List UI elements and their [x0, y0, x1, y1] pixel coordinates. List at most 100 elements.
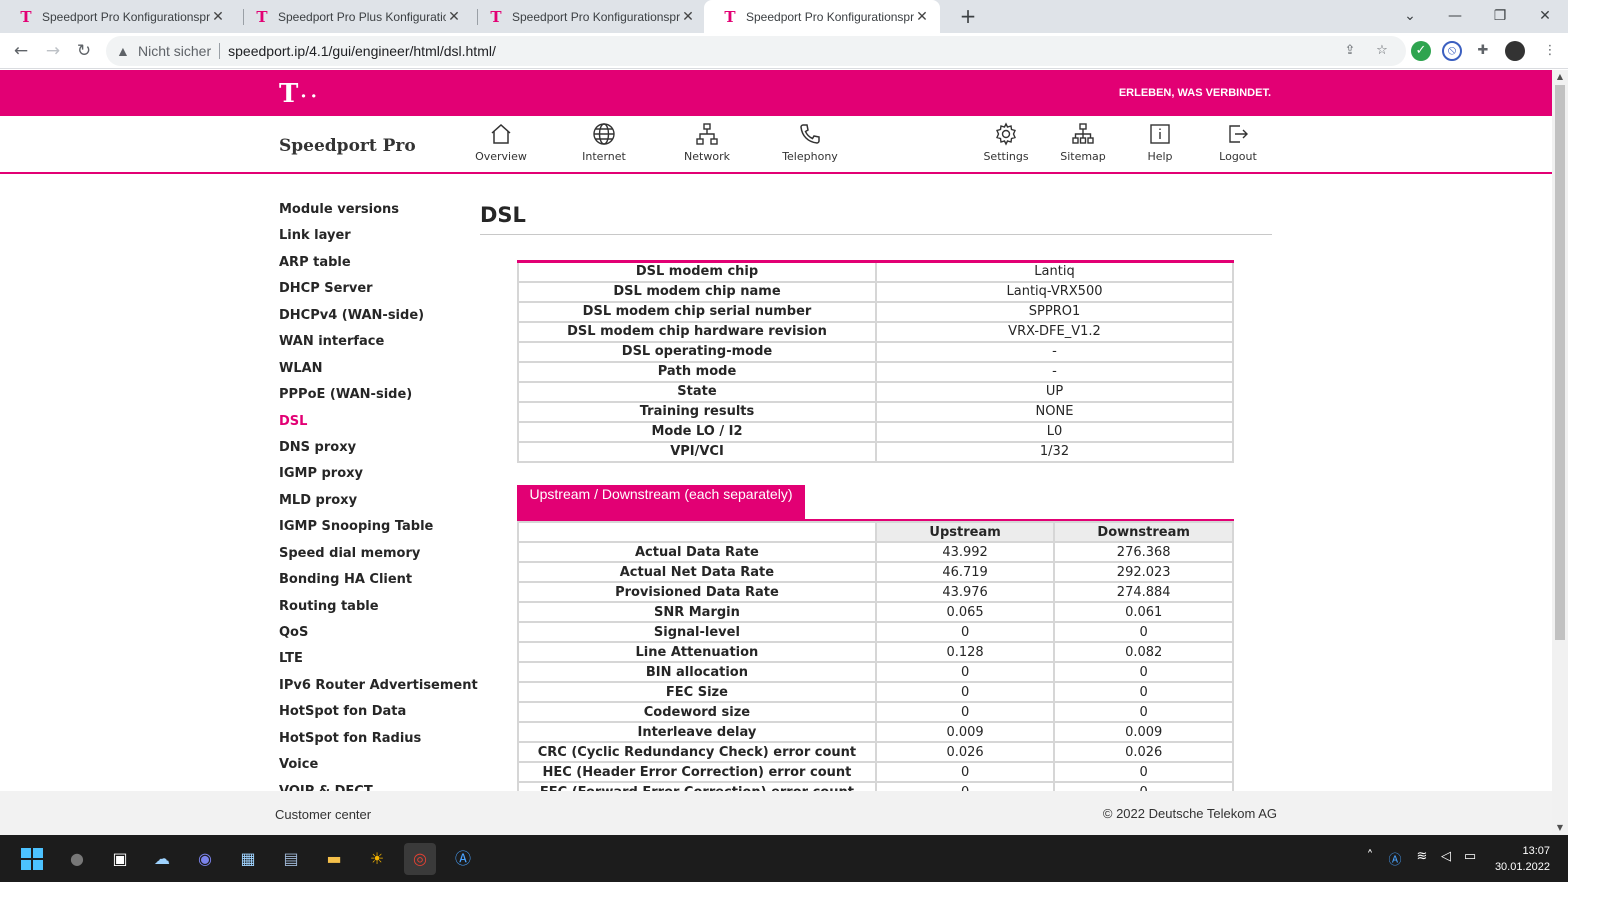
downstream-value: 0 [1053, 661, 1234, 683]
bookmark-star-icon[interactable]: ☆ [1372, 41, 1392, 61]
volume-muted-icon[interactable]: ◁ [1436, 849, 1456, 864]
close-icon[interactable]: ✕ [446, 8, 462, 25]
customer-center-link[interactable]: Customer center [275, 807, 371, 822]
battery-icon[interactable]: ▭ [1460, 849, 1480, 864]
sidebar-item-dsl[interactable]: DSL [279, 412, 469, 438]
sidebar-item-igmp-snooping-table[interactable]: IGMP Snooping Table [279, 517, 469, 543]
downstream-value: 0.009 [1053, 721, 1234, 743]
sidebar-item-dhcpv4-wan[interactable]: DHCPv4 (WAN-side) [279, 306, 469, 332]
table-row: Actual Net Data Rate 46.719 292.023 [517, 561, 1234, 583]
address-bar[interactable]: ▲ Nicht sicher speedport.ip/4.1/gui/engi… [106, 36, 1406, 66]
table-row: SNR Margin 0.065 0.061 [517, 601, 1234, 623]
warning-icon[interactable]: ▲ [116, 43, 132, 59]
chevron-up-icon[interactable]: ˄ [1360, 849, 1380, 864]
forward-icon[interactable]: → [39, 37, 67, 65]
back-icon[interactable]: ← [7, 37, 35, 65]
nav-overview[interactable]: Overview [461, 122, 541, 163]
nav-help[interactable]: Help [1120, 122, 1200, 163]
row-value: SPPRO1 [875, 300, 1234, 323]
chrome-icon[interactable]: ◎ [404, 843, 436, 875]
app-a-icon[interactable]: Ⓐ [447, 843, 479, 875]
nav-settings[interactable]: Settings [966, 122, 1046, 163]
row-label: FEC Size [517, 681, 877, 703]
sidebar-item-module-versions[interactable]: Module versions [279, 200, 469, 226]
downstream-value: 0.061 [1053, 601, 1234, 623]
store-icon[interactable]: ▦ [232, 843, 264, 875]
task-view-icon[interactable]: ▣ [104, 843, 136, 875]
block-extension-icon[interactable]: ⦸ [1442, 41, 1462, 61]
reload-icon[interactable]: ↻ [70, 37, 98, 65]
url-text[interactable]: speedport.ip/4.1/gui/engineer/html/dsl.h… [228, 43, 496, 59]
nav-sitemap[interactable]: Sitemap [1043, 122, 1123, 163]
sidebar-item-routing-table[interactable]: Routing table [279, 597, 469, 623]
updown-table: Upstream Downstream Actual Data Rate 43.9… [517, 521, 1234, 803]
nav-label: Logout [1219, 150, 1257, 163]
restore-icon[interactable]: ❐ [1488, 4, 1512, 28]
file-explorer-icon[interactable]: ▬ [318, 843, 350, 875]
sidebar-item-igmp-proxy[interactable]: IGMP proxy [279, 464, 469, 490]
nav-logout[interactable]: Logout [1198, 122, 1278, 163]
minimize-icon[interactable]: — [1443, 4, 1467, 28]
window-close-icon[interactable]: ✕ [1533, 4, 1557, 28]
sidebar-item-link-layer[interactable]: Link layer [279, 226, 469, 252]
share-icon[interactable]: ⇪ [1340, 41, 1360, 61]
sidebar-item-voice[interactable]: Voice [279, 755, 469, 781]
tab-search-icon[interactable]: ⌄ [1398, 4, 1422, 28]
security-label[interactable]: Nicht sicher [138, 43, 211, 59]
browser-tab-active[interactable]: T Speedport Pro Konfigurationsprogramm ✕ [704, 0, 940, 33]
weather-icon[interactable]: ☀ [361, 843, 393, 875]
shield-extension-icon[interactable]: ✓ [1411, 41, 1431, 61]
nav-network[interactable]: Network [667, 122, 747, 163]
sidebar-item-dhcp-server[interactable]: DHCP Server [279, 279, 469, 305]
windows-start-icon[interactable] [16, 843, 48, 875]
nav-telephony[interactable]: Telephony [770, 122, 850, 163]
search-icon[interactable]: ● [61, 843, 93, 875]
sidebar-item-mld-proxy[interactable]: MLD proxy [279, 491, 469, 517]
scroll-down-icon[interactable]: ▼ [1552, 821, 1568, 835]
sidebar-item-speed-dial-memory[interactable]: Speed dial memory [279, 544, 469, 570]
page-scrollbar[interactable]: ▲ ▼ [1552, 70, 1568, 835]
row-value: L0 [875, 420, 1234, 443]
clock[interactable]: 13:07 30.01.2022 [1490, 843, 1550, 875]
tray-app-icon[interactable]: Ⓐ [1385, 849, 1405, 868]
sidebar-menu: Module versions Link layer ARP table DHC… [279, 200, 478, 808]
sidebar-item-wan-interface[interactable]: WAN interface [279, 332, 469, 358]
browser-tab[interactable]: T Speedport Pro Plus Konfigurationsprogr… [236, 0, 472, 33]
tab-title: Speedport Pro Konfigurationsprogramm [512, 9, 680, 24]
close-icon[interactable]: ✕ [680, 8, 696, 25]
browser-tab[interactable]: T Speedport Pro Konfigurationsprogramm ✕ [0, 0, 236, 33]
telekom-logo[interactable]: T·· [279, 79, 321, 109]
row-value: NONE [875, 400, 1234, 423]
sidebar-item-pppoe-wan[interactable]: PPPoE (WAN-side) [279, 385, 469, 411]
row-value: VRX-DFE_V1.2 [875, 320, 1234, 343]
nav-internet[interactable]: Internet [564, 122, 644, 163]
profile-avatar[interactable] [1505, 41, 1525, 61]
updown-section-tab[interactable]: Upstream / Downstream (each separately) [517, 485, 805, 519]
row-label: Codeword size [517, 701, 877, 723]
wifi-icon[interactable]: ≋ [1412, 849, 1432, 864]
upstream-value: 0.026 [874, 741, 1056, 763]
extensions-puzzle-icon[interactable]: ✚ [1473, 41, 1493, 61]
sidebar-item-dns-proxy[interactable]: DNS proxy [279, 438, 469, 464]
close-icon[interactable]: ✕ [210, 8, 226, 25]
close-icon[interactable]: ✕ [914, 8, 930, 25]
app-icon[interactable]: ▤ [275, 843, 307, 875]
sidebar-item-wlan[interactable]: WLAN [279, 359, 469, 385]
downstream-value: 0 [1053, 761, 1234, 783]
scroll-up-icon[interactable]: ▲ [1552, 70, 1568, 84]
sidebar-item-lte[interactable]: LTE [279, 649, 469, 675]
onedrive-cloud-icon[interactable]: ☁ [146, 843, 178, 875]
new-tab-button[interactable]: + [956, 4, 980, 28]
sidebar-item-ipv6-router-advertisement[interactable]: IPv6 Router Advertisement [279, 676, 478, 702]
logo-t: T [279, 79, 301, 109]
sidebar-item-hotspot-fon-data[interactable]: HotSpot fon Data [279, 702, 469, 728]
sidebar-item-bonding-ha-client[interactable]: Bonding HA Client [279, 570, 469, 596]
table-row: State UP [517, 380, 1234, 403]
browser-tab[interactable]: T Speedport Pro Konfigurationsprogramm ✕ [470, 0, 706, 33]
scrollbar-thumb[interactable] [1555, 85, 1565, 640]
sidebar-item-qos[interactable]: QoS [279, 623, 469, 649]
sidebar-item-hotspot-fon-radius[interactable]: HotSpot fon Radius [279, 729, 469, 755]
sidebar-item-arp-table[interactable]: ARP table [279, 253, 469, 279]
teams-chat-icon[interactable]: ◉ [189, 843, 221, 875]
menu-kebab-icon[interactable]: ⋮ [1540, 41, 1560, 61]
